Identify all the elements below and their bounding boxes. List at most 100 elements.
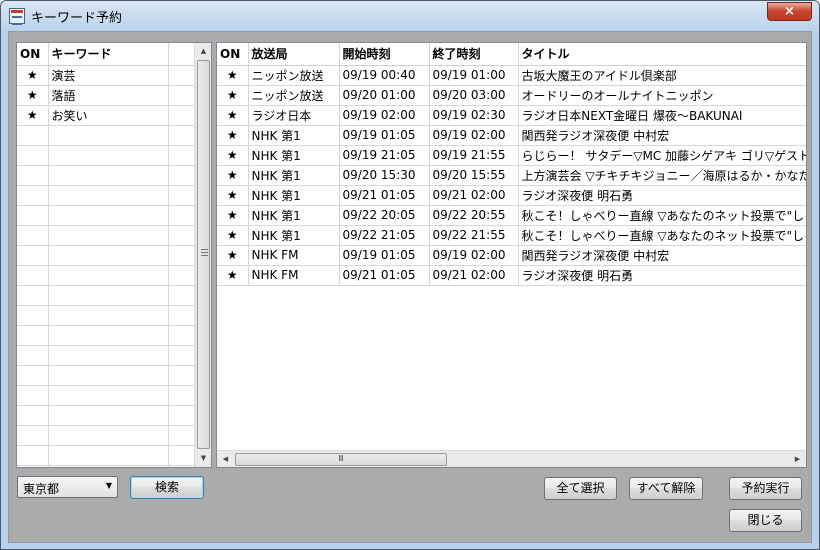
star-icon[interactable]: ★ (17, 105, 49, 126)
star-icon[interactable]: ★ (217, 165, 249, 186)
result-row[interactable]: ★ NHK 第1 09/19 21:05 09/19 21:55 らじらー！ サタデー▽… (217, 145, 806, 166)
keyword-col-filler (168, 43, 196, 66)
star-icon[interactable]: ★ (17, 65, 49, 86)
empty-cell (48, 145, 169, 166)
star-icon[interactable]: ★ (217, 125, 249, 146)
end-time-cell: 09/21 02:00 (429, 265, 519, 286)
empty-cell (168, 145, 196, 166)
keyword-col-on[interactable]: ON (17, 43, 49, 66)
scroll-down-arrow-icon[interactable]: ▼ (195, 450, 211, 467)
result-row[interactable]: ★ ニッポン放送 09/19 00:40 09/19 01:00 古坂大魔王のアイドル倶… (217, 65, 806, 86)
station-cell: ラジオ日本 (248, 105, 340, 126)
execute-reservation-button[interactable]: 予約実行 (729, 477, 802, 500)
star-icon[interactable]: ★ (217, 105, 249, 126)
search-button[interactable]: 検索 (130, 476, 204, 499)
start-time-cell: 09/22 21:05 (339, 225, 430, 246)
result-row[interactable]: ★ NHK 第1 09/19 01:05 09/19 02:00 関西発ラジオ深夜便 中… (217, 125, 806, 146)
empty-row[interactable] (17, 345, 196, 366)
star-icon[interactable]: ★ (217, 245, 249, 266)
empty-row[interactable] (17, 225, 196, 246)
star-icon[interactable]: ★ (217, 145, 249, 166)
empty-cell (48, 125, 169, 146)
results-col-on[interactable]: ON (217, 43, 249, 66)
results-col-end[interactable]: 終了時刻 (429, 43, 519, 66)
result-row[interactable]: ★ NHK FM 09/21 01:05 09/21 02:00 ラジオ深夜便 明石勇 (217, 265, 806, 286)
empty-cell (48, 205, 169, 226)
empty-row[interactable] (17, 145, 196, 166)
empty-cell (168, 125, 196, 146)
empty-row[interactable] (17, 325, 196, 346)
star-icon[interactable]: ★ (217, 85, 249, 106)
area-select[interactable]: 東京都 ▼ (17, 476, 118, 498)
empty-row[interactable] (17, 445, 196, 466)
empty-row[interactable] (17, 185, 196, 206)
results-col-start[interactable]: 開始時刻 (339, 43, 430, 66)
keyword-row[interactable]: ★ 落語 (17, 85, 196, 106)
empty-row[interactable] (17, 125, 196, 146)
star-icon[interactable]: ★ (217, 225, 249, 246)
star-icon[interactable]: ★ (217, 265, 249, 286)
empty-cell (48, 165, 169, 186)
result-row[interactable]: ★ NHK 第1 09/22 21:05 09/22 21:55 秋こそ！しゃべりー直線… (217, 225, 806, 246)
horizontal-scroll-thumb[interactable]: Ⅲ (235, 453, 447, 466)
empty-row[interactable] (17, 425, 196, 446)
end-time-cell: 09/19 01:00 (429, 65, 519, 86)
empty-row[interactable] (17, 265, 196, 286)
results-col-title[interactable]: タイトル (518, 43, 806, 66)
scroll-up-arrow-icon[interactable]: ▲ (195, 43, 211, 60)
scroll-right-arrow-icon[interactable]: ▶ (789, 451, 806, 467)
empty-cell (17, 185, 49, 206)
station-cell: NHK 第1 (248, 185, 340, 206)
empty-cell (17, 205, 49, 226)
result-row[interactable]: ★ ニッポン放送 09/20 01:00 09/20 03:00 オードリーのオールナイ… (217, 85, 806, 106)
scroll-left-arrow-icon[interactable]: ◀ (217, 451, 234, 467)
empty-cell (17, 245, 49, 266)
select-all-button[interactable]: 全て選択 (544, 477, 617, 500)
empty-cell (48, 425, 169, 446)
empty-cell (48, 325, 169, 346)
empty-row[interactable] (17, 285, 196, 306)
star-icon[interactable]: ★ (217, 205, 249, 226)
empty-row[interactable] (17, 405, 196, 426)
empty-row[interactable] (17, 245, 196, 266)
empty-row[interactable] (17, 165, 196, 186)
scroll-thumb[interactable] (197, 60, 210, 449)
keyword-col-keyword[interactable]: キーワード (48, 43, 169, 66)
keyword-row[interactable]: ★ お笑い (17, 105, 196, 126)
star-icon[interactable]: ★ (17, 85, 49, 106)
window-close-button[interactable]: × (767, 2, 812, 21)
end-time-cell: 09/19 02:00 (429, 245, 519, 266)
keyword-vertical-scrollbar[interactable]: ▲ ▼ (194, 43, 211, 467)
empty-row[interactable] (17, 385, 196, 406)
end-time-cell: 09/19 02:00 (429, 125, 519, 146)
result-row[interactable]: ★ NHK FM 09/19 01:05 09/19 02:00 関西発ラジオ深夜便 中… (217, 245, 806, 266)
results-col-station[interactable]: 放送局 (248, 43, 340, 66)
empty-row[interactable] (17, 205, 196, 226)
keyword-header-row: ON キーワード (17, 43, 196, 66)
star-icon[interactable]: ★ (217, 185, 249, 206)
result-row[interactable]: ★ ラジオ日本 09/19 02:00 09/19 02:30 ラジオ日本NEXT金曜日… (217, 105, 806, 126)
close-button[interactable]: 閉じる (729, 509, 802, 532)
empty-row[interactable] (17, 305, 196, 326)
result-row[interactable]: ★ NHK 第1 09/21 01:05 09/21 02:00 ラジオ深夜便 明石勇 (217, 185, 806, 206)
keyword-table: ON キーワード ★ 演芸 ★ 落語 ★ お笑い (17, 43, 196, 466)
station-cell: ニッポン放送 (248, 85, 340, 106)
keyword-filler-cell (168, 85, 196, 106)
results-header-row: ON 放送局 開始時刻 終了時刻 タイトル (217, 43, 806, 66)
empty-cell (48, 365, 169, 386)
start-time-cell: 09/21 01:05 (339, 185, 430, 206)
star-icon[interactable]: ★ (217, 65, 249, 86)
title-bar[interactable]: キーワード予約 × (1, 1, 819, 31)
start-time-cell: 09/19 01:05 (339, 245, 430, 266)
result-row[interactable]: ★ NHK 第1 09/20 15:30 09/20 15:55 上方演芸会 ▽チキチキ… (217, 165, 806, 186)
empty-cell (48, 305, 169, 326)
keyword-cell: 落語 (48, 85, 169, 106)
results-horizontal-scrollbar[interactable]: ◀ Ⅲ ▶ (217, 450, 806, 467)
end-time-cell: 09/20 03:00 (429, 85, 519, 106)
program-title-cell: 関西発ラジオ深夜便 中村宏 (518, 245, 806, 266)
empty-row[interactable] (17, 365, 196, 386)
empty-cell (48, 345, 169, 366)
keyword-row[interactable]: ★ 演芸 (17, 65, 196, 86)
result-row[interactable]: ★ NHK 第1 09/22 20:05 09/22 20:55 秋こそ！しゃべりー直線… (217, 205, 806, 226)
deselect-all-button[interactable]: すべて解除 (629, 477, 703, 500)
